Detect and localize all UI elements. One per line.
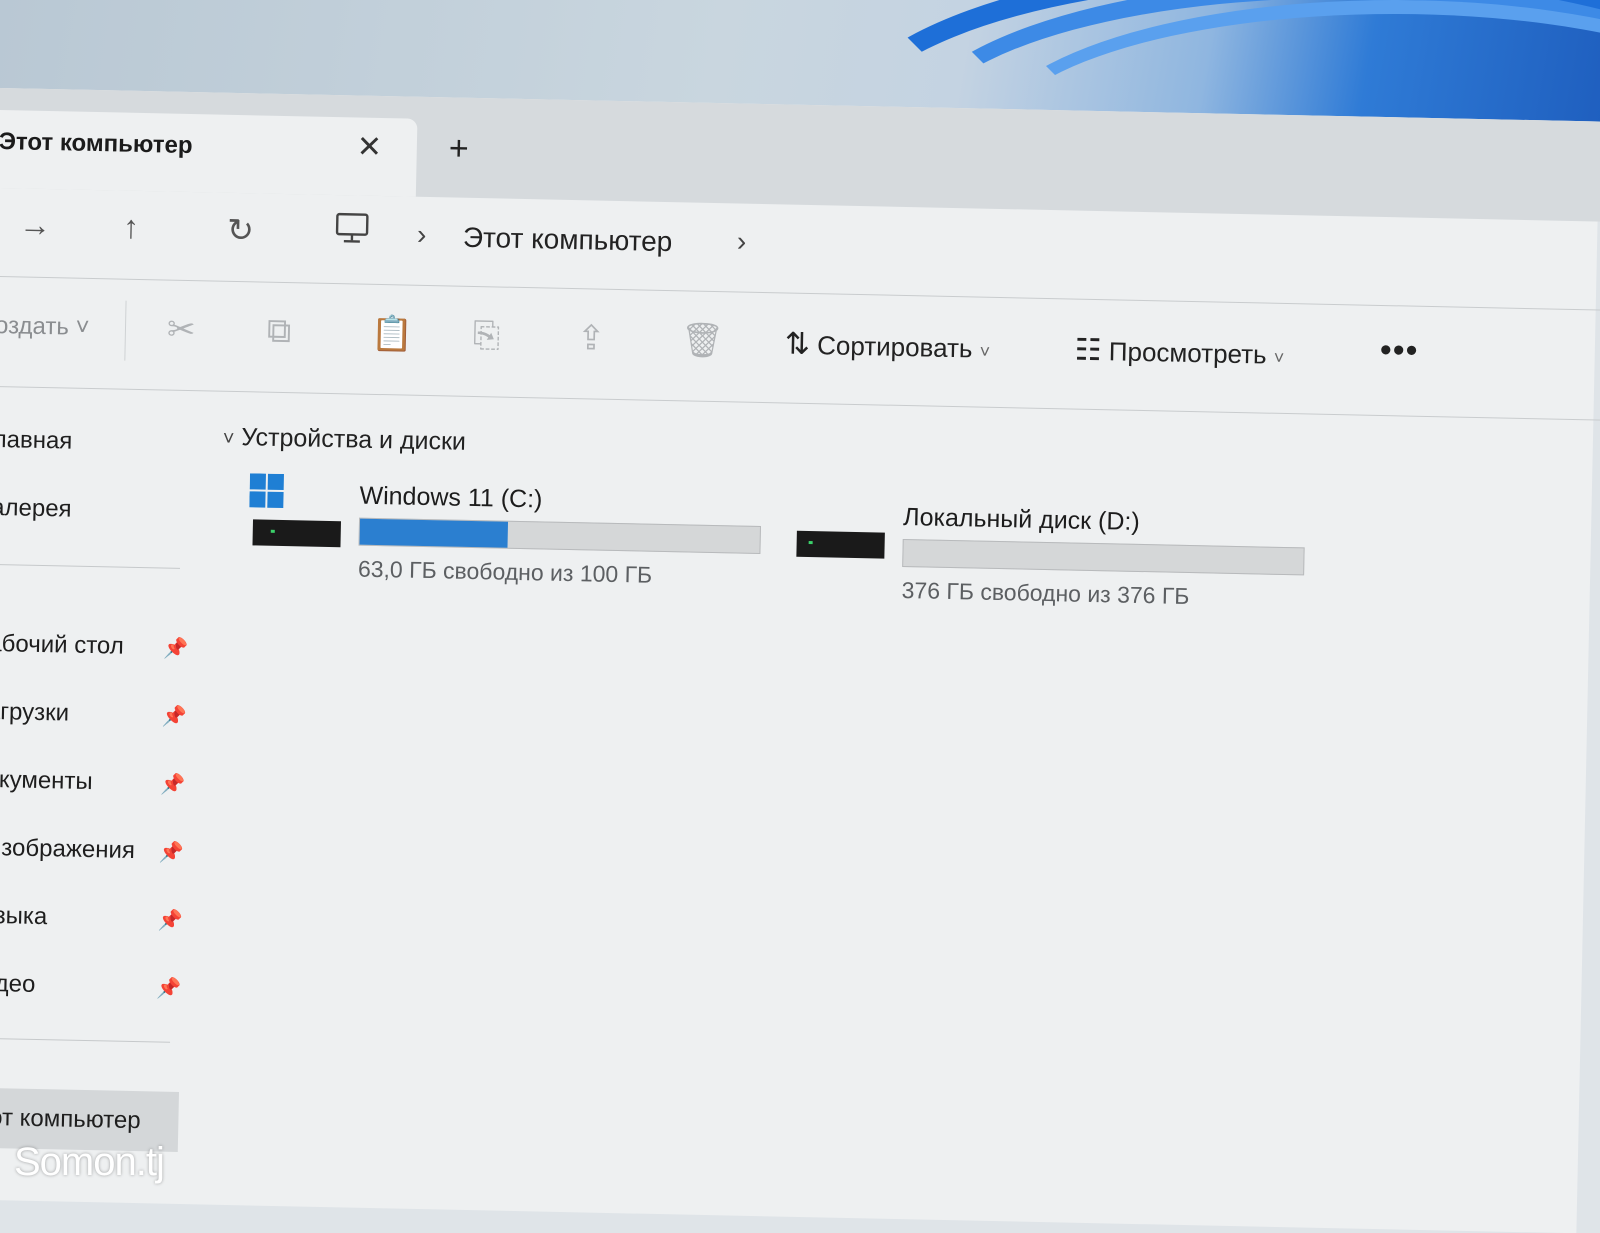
drive-usage-bar [358,518,760,554]
sort-arrows-icon: ⇅ [784,327,810,361]
drive-name: Windows 11 (C:) [359,482,542,515]
chevron-down-icon: ˅ [222,428,234,450]
sidebar-item-pictures[interactable]: Изображения [0,834,135,865]
arrow-right-icon[interactable]: → [19,206,52,244]
refresh-icon[interactable]: ↻ [227,211,255,250]
sidebar-item-music[interactable]: узыка [0,902,48,931]
copy-icon[interactable]: ⧉ [267,312,292,351]
sidebar-item-videos[interactable]: идео [0,970,36,999]
pin-icon: 📌 [159,840,184,866]
chevron-right-icon[interactable]: › [737,225,747,257]
sidebar-item-gallery[interactable]: алерея [0,494,72,524]
drive-tile-c[interactable]: Windows 11 (C:) 63,0 ГБ свободно из 100 … [247,473,769,604]
view-button-label: Просмотреть [1109,336,1267,369]
pin-icon: 📌 [156,975,181,1001]
pin-icon: 📌 [162,704,187,730]
section-header[interactable]: ˅ Устройства и диски [222,423,466,457]
drive-name: Локальный диск (D:) [903,503,1140,537]
drive-usage-fill [360,519,509,548]
monitor-icon[interactable] [333,209,372,256]
cut-icon[interactable]: ✂ [167,310,196,351]
sidebar-item-downloads[interactable]: агрузки [0,698,69,728]
drive-tile-d[interactable]: Локальный диск (D:) 376 ГБ свободно из 3… [791,495,1313,626]
view-list-icon: ☷ [1074,334,1102,368]
sort-button-label: Сортировать [817,330,973,363]
chevron-right-icon[interactable]: › [417,219,427,251]
create-button[interactable]: оздать ˅ [0,312,90,342]
plus-icon[interactable]: + [448,129,469,168]
toolbar-divider [124,301,126,361]
pin-icon: 📌 [157,907,182,933]
arrow-up-icon[interactable]: ↑ [123,209,140,246]
drive-usage-fill [903,540,904,566]
navigation-pane: лавная алерея абочий стол 📌 агрузки 📌 ок… [0,388,209,1204]
sidebar-item-home[interactable]: лавная [0,426,73,456]
sidebar-divider [0,1038,170,1043]
view-button[interactable]: ☷ Просмотреть ˅ [1074,333,1284,372]
drive-free-space: 63,0 ГБ свободно из 100 ГБ [358,556,653,589]
drive-icon [792,495,890,587]
tab-this-pc[interactable]: Этот компьютер ✕ [0,110,417,197]
tab-title: Этот компьютер [0,128,193,160]
file-explorer-window: Этот компьютер ✕ + → ↑ ↻ › Этот компьюте… [0,88,1600,1233]
drive-usage-bar [902,539,1304,575]
sidebar-item-label: тот компьютер [0,1104,141,1135]
chevron-down-icon: ˅ [1274,348,1285,368]
create-button-label: оздать [0,312,69,341]
sort-button[interactable]: ⇅ Сортировать ˅ [784,326,990,365]
sidebar-item-documents[interactable]: окументы [0,766,93,796]
drive-free-space: 376 ГБ свободно из 376 ГБ [901,577,1189,610]
more-icon[interactable]: ••• [1379,331,1419,371]
sidebar-item-desktop[interactable]: абочий стол [0,630,124,661]
content-pane: ˅ Устройства и диски Windows 11 (C:) 63,… [207,393,1600,1233]
site-watermark: Somon.tj [14,1140,164,1185]
close-icon[interactable]: ✕ [356,129,382,165]
rename-icon[interactable]: ⎘ [473,316,501,356]
breadcrumb[interactable]: Этот компьютер [463,222,673,258]
delete-icon[interactable]: 🗑 [680,320,724,361]
section-title: Устройства и диски [241,423,466,456]
sidebar-divider [0,564,180,569]
chevron-down-icon: ˅ [979,342,990,362]
drive-system-icon [248,473,346,565]
share-icon[interactable]: ⇪ [576,318,605,359]
paste-icon[interactable]: 📋 [371,314,414,355]
pin-icon: 📌 [160,772,185,798]
pin-icon: 📌 [163,636,188,662]
